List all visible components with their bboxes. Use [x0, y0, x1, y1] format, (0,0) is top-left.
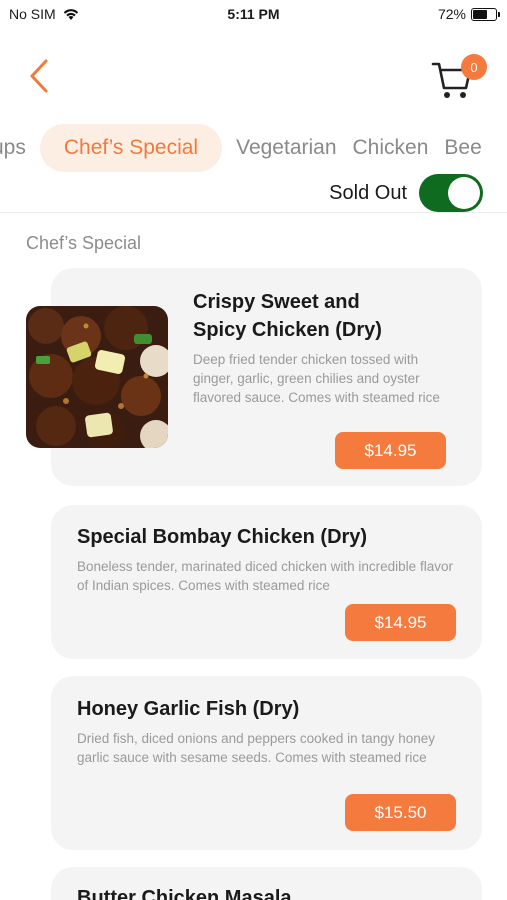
tab-vegetarian[interactable]: Vegetarian	[228, 124, 344, 172]
menu-item-description: Deep fried tender chicken tossed with gi…	[193, 352, 440, 405]
battery-fill	[473, 9, 488, 19]
menu-item-description: Boneless tender, marinated diced chicken…	[77, 559, 453, 593]
price-button[interactable]: $14.95	[335, 432, 446, 469]
food-image	[26, 306, 168, 448]
menu-item-card[interactable]: Honey Garlic Fish (Dry) Dried fish, dice…	[51, 676, 482, 850]
menu-item-title: Butter Chicken Masala	[77, 887, 292, 900]
battery-icon	[471, 7, 500, 21]
cart-button[interactable]: 0	[431, 54, 487, 100]
battery-tip	[498, 11, 500, 17]
status-right: 72%	[437, 6, 500, 22]
menu-item-card[interactable]: Butter Chicken Masala	[51, 867, 482, 900]
menu-item-title-line2: Spicy Chicken (Dry)	[193, 319, 382, 341]
sold-out-filter: Sold Out	[329, 174, 483, 212]
tab-chefs-special[interactable]: Chef’s Special	[39, 124, 223, 172]
section-title: Chef’s Special	[26, 233, 142, 253]
menu-item-card[interactable]: Special Bombay Chicken (Dry) Boneless te…	[51, 505, 482, 659]
tab-beef[interactable]: Bee	[436, 124, 489, 172]
menu-item-title: Special Bombay Chicken (Dry)	[77, 526, 368, 548]
menu-item-title: Honey Garlic Fish (Dry)	[77, 698, 300, 720]
menu-item-description: Dried fish, diced onions and peppers coo…	[77, 731, 435, 765]
back-button[interactable]	[22, 58, 56, 94]
price-button[interactable]: $15.50	[345, 794, 456, 831]
status-time: 5:11 PM	[227, 6, 280, 22]
category-tabs: ups Chef’s Special Vegetarian Chicken Be…	[0, 124, 490, 172]
menu-item-text: Crispy Sweet and Spicy Chicken (Dry) Dee…	[193, 288, 457, 407]
sold-out-label: Sold Out	[329, 181, 407, 204]
status-bar: No SIM 5:11 PM 72%	[0, 0, 507, 30]
menu-item-title: Crispy Sweet and Spicy Chicken (Dry)	[193, 288, 457, 344]
price-button[interactable]: $14.95	[345, 604, 456, 641]
cart-count-badge: 0	[461, 54, 487, 80]
divider	[0, 212, 507, 213]
sold-out-toggle[interactable]	[419, 174, 483, 212]
menu-item-text: Butter Chicken Masala	[77, 884, 467, 900]
toggle-knob	[448, 177, 480, 209]
menu-item-text: Special Bombay Chicken (Dry) Boneless te…	[77, 523, 467, 595]
tab-chicken[interactable]: Chicken	[345, 124, 437, 172]
tab-soups[interactable]: ups	[0, 124, 34, 172]
chevron-left-icon	[30, 59, 48, 93]
battery-percent: 72%	[437, 6, 466, 22]
menu-item-title-line1: Crispy Sweet and	[193, 291, 360, 313]
menu-item-text: Honey Garlic Fish (Dry) Dried fish, dice…	[77, 695, 447, 767]
